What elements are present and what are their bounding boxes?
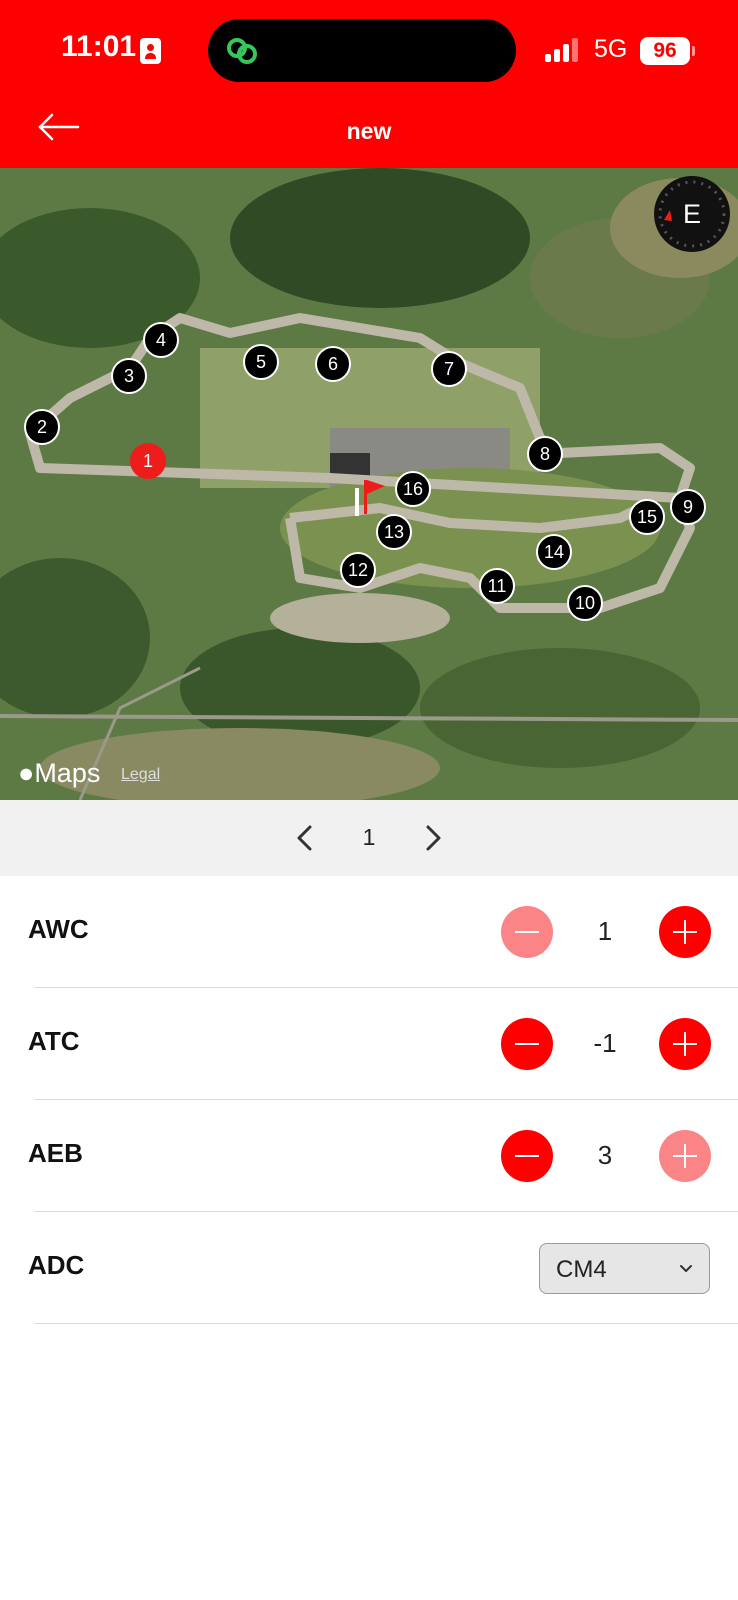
turn-marker[interactable]: 3	[111, 358, 147, 394]
maps-attribution: Maps	[34, 758, 101, 788]
dynamic-island	[208, 19, 516, 82]
setting-value: 1	[597, 916, 613, 946]
turn-marker[interactable]: 6	[315, 346, 351, 382]
decrement-button[interactable]	[501, 1130, 553, 1182]
decrement-button[interactable]	[501, 1018, 553, 1070]
apple-logo-icon: ●	[18, 758, 35, 788]
app-header: 11:01 5G 96 new	[0, 0, 738, 168]
battery-level: 96	[640, 37, 690, 65]
turn-marker[interactable]: 14	[536, 534, 572, 570]
turn-marker[interactable]: 5	[243, 344, 279, 380]
lap-pager: 1	[0, 800, 738, 876]
turn-marker[interactable]: 7	[431, 351, 467, 387]
setting-value: -1	[593, 1028, 617, 1058]
setting-label: ADC	[28, 1250, 85, 1280]
row-divider	[34, 1323, 738, 1324]
increment-button[interactable]	[659, 1130, 711, 1182]
page-title: new	[346, 118, 392, 144]
contact-card-icon	[140, 38, 161, 64]
turn-marker[interactable]: 8	[527, 436, 563, 472]
turn-marker[interactable]: 15	[629, 499, 665, 535]
increment-button[interactable]	[659, 1018, 711, 1070]
apple-maps-logo: ●Maps	[18, 758, 100, 789]
turn-marker[interactable]: 12	[340, 552, 376, 588]
setting-row-awc: AWC 1	[0, 876, 738, 988]
turn-marker[interactable]: 16	[395, 471, 431, 507]
select-value: CM4	[556, 1256, 607, 1283]
satellite-map-image	[0, 168, 738, 800]
link-app-icon	[227, 38, 257, 64]
turn-marker[interactable]: 10	[567, 585, 603, 621]
setting-label: ATC	[28, 1026, 80, 1056]
legal-link[interactable]: Legal	[121, 766, 160, 784]
signal-strength-icon	[545, 38, 581, 62]
track-map[interactable]: E 1 2 3 4 5 6 7 8 9 10 11 12 13 14 15 16…	[0, 168, 738, 800]
setting-row-adc: ADC CM4	[0, 1212, 738, 1324]
decrement-button[interactable]	[501, 906, 553, 958]
compass-heading: E	[682, 199, 701, 229]
minus-icon	[515, 1155, 539, 1157]
turn-marker[interactable]: 4	[143, 322, 179, 358]
chevron-down-icon	[680, 1265, 692, 1272]
turn-marker[interactable]: 11	[479, 568, 515, 604]
turn-marker[interactable]: 1	[130, 443, 166, 479]
setting-row-atc: ATC -1	[0, 988, 738, 1100]
minus-icon	[515, 931, 539, 933]
setting-value: 3	[597, 1140, 613, 1170]
increment-button[interactable]	[659, 906, 711, 958]
minus-icon	[515, 1043, 539, 1045]
turn-marker[interactable]: 2	[24, 409, 60, 445]
chevron-right-icon[interactable]	[418, 820, 448, 856]
setting-label: AEB	[28, 1138, 83, 1168]
chevron-left-icon[interactable]	[290, 820, 320, 856]
setting-label: AWC	[28, 914, 89, 944]
compass-button[interactable]: E	[654, 176, 730, 252]
adc-mode-select[interactable]: CM4	[539, 1243, 710, 1294]
status-time: 11:01	[61, 30, 137, 63]
turn-marker[interactable]: 13	[376, 514, 412, 550]
network-type: 5G	[594, 35, 628, 63]
battery-tip	[692, 46, 695, 56]
pager-current-number: 1	[362, 824, 376, 850]
turn-marker[interactable]: 9	[670, 489, 706, 525]
setting-row-aeb: AEB 3	[0, 1100, 738, 1212]
